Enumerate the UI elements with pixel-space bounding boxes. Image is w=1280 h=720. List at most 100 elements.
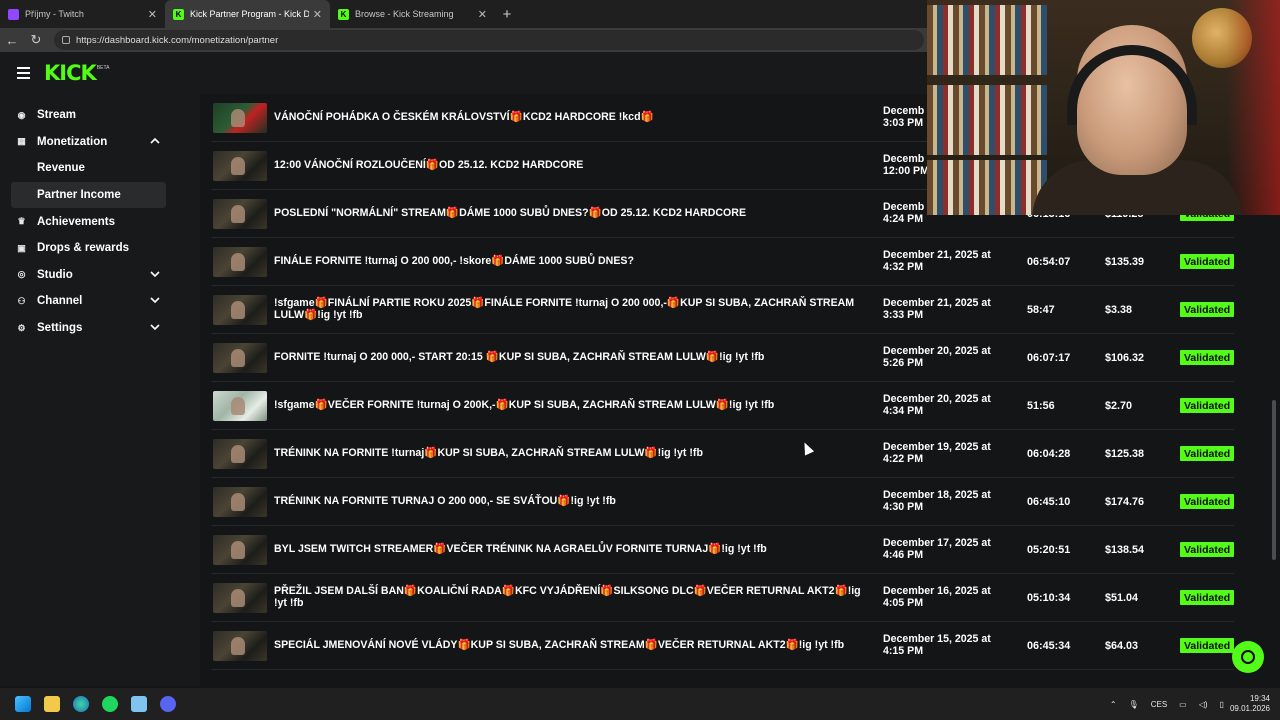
tab-twitch[interactable]: Příjmy - Twitch ✕ [0, 0, 165, 28]
stream-title[interactable]: !sfgame🎁FINÁLNÍ PARTIE ROKU 2025🎁FINÁLE … [274, 297, 870, 321]
spotify-icon[interactable] [95, 688, 124, 720]
stream-date-line1: December 20, 2025 at [883, 345, 991, 357]
network-icon[interactable]: ▭ [1179, 700, 1187, 709]
chevron-down-icon[interactable] [150, 323, 160, 331]
new-tab-button[interactable]: + [495, 0, 519, 28]
kick-logo[interactable]: KICK [44, 61, 97, 85]
table-row[interactable]: PŘEŽIL JSEM DALŠÍ BAN🎁KOALIČNÍ RADA🎁KFC … [212, 574, 1235, 622]
sidebar-item-channel[interactable]: ⚇ Channel [0, 288, 200, 315]
scrollbar[interactable] [1272, 400, 1276, 560]
discord-icon[interactable] [153, 688, 182, 720]
sidebar-item-label: Monetization [37, 135, 108, 148]
stream-title[interactable]: FORNITE !turnaj O 200 000,- START 20:15 … [274, 351, 870, 364]
close-icon[interactable]: ✕ [148, 8, 157, 21]
back-icon[interactable]: ← [0, 33, 24, 48]
sidebar-subitem-partner-income[interactable]: Partner Income [11, 181, 166, 209]
microphone-icon[interactable]: 🎙 [1129, 700, 1139, 709]
clock[interactable]: 19:34 09.01.2026 [1230, 694, 1270, 714]
language-indicator[interactable]: CES [1151, 700, 1167, 709]
stream-date-line1: December 21, 2025 at [883, 297, 991, 309]
close-icon[interactable]: ✕ [313, 8, 322, 21]
stream-title[interactable]: !sfgame🎁VEČER FORNITE !turnaj O 200K,-🎁K… [274, 399, 870, 412]
support-chat-button[interactable] [1232, 641, 1264, 673]
site-info-icon[interactable] [62, 36, 70, 44]
status-badge: Validated [1180, 302, 1235, 317]
stream-date: December 15, 2025 at 4:15 PM [883, 633, 1011, 657]
table-row[interactable]: TRÉNINK NA FORNITE TURNAJ O 200 000,- SE… [212, 478, 1235, 526]
menu-icon[interactable] [17, 67, 30, 79]
table-row[interactable]: !sfgame🎁VEČER FORNITE !turnaj O 200K,-🎁K… [212, 382, 1235, 430]
chevron-up-icon[interactable] [150, 137, 160, 145]
stream-amount: $138.54 [1105, 543, 1145, 556]
stream-duration: 06:45:34 [1027, 639, 1071, 652]
stream-date: December 21, 2025 at 4:32 PM [883, 249, 1011, 273]
stream-title[interactable]: FINÁLE FORNITE !turnaj O 200 000,- !skor… [274, 255, 870, 268]
tab-kick-partner[interactable]: K Kick Partner Program - Kick Dashb ✕ [165, 0, 330, 28]
stream-amount: $64.03 [1105, 639, 1139, 652]
stream-thumbnail[interactable] [213, 102, 267, 133]
reload-icon[interactable]: ↻ [24, 32, 48, 48]
sidebar-item-studio[interactable]: ◎ Studio [0, 262, 200, 289]
chevron-down-icon[interactable] [150, 270, 160, 278]
tab-kick-browse[interactable]: K Browse - Kick Streaming ✕ [330, 0, 495, 28]
stream-duration: 06:54:07 [1027, 255, 1071, 268]
stream-thumbnail[interactable] [213, 582, 267, 613]
sidebar-item-achievements[interactable]: ♛ Achievements [0, 208, 200, 235]
stream-thumbnail[interactable] [213, 294, 267, 325]
stream-thumbnail[interactable] [213, 390, 267, 421]
close-icon[interactable]: ✕ [478, 8, 487, 21]
stream-duration: 51:56 [1027, 399, 1055, 412]
stream-date-line2: 4:46 PM [883, 548, 924, 561]
stream-date: December 20, 2025 at 5:26 PM [883, 345, 1011, 369]
stream-title[interactable]: PŘEŽIL JSEM DALŠÍ BAN🎁KOALIČNÍ RADA🎁KFC … [274, 585, 870, 609]
sidebar-subitem-revenue[interactable]: Revenue [0, 155, 166, 182]
stream-date-line2: 4:15 PM [883, 644, 924, 657]
stream-thumbnail[interactable] [213, 246, 267, 277]
stream-title[interactable]: POSLEDNÍ "NORMÁLNÍ" STREAM🎁DÁME 1000 SUB… [274, 207, 870, 220]
stream-thumbnail[interactable] [213, 486, 267, 517]
system-tray: ⌃ 🎙 CES ▭ ◁) ▯ 19:34 09.01.2026 [1104, 688, 1280, 720]
battery-icon[interactable]: ▯ [1220, 700, 1224, 709]
stream-thumbnail[interactable] [213, 150, 267, 181]
windows-start-icon[interactable] [8, 688, 37, 720]
stream-title[interactable]: SPECIÁL JMENOVÁNÍ NOVÉ VLÁDY🎁KUP SI SUBA… [274, 639, 870, 652]
stream-thumbnail[interactable] [213, 534, 267, 565]
sidebar-item-settings[interactable]: ⚙ Settings [0, 315, 200, 342]
stream-date-line1: December 17, 2025 at [883, 537, 991, 549]
stream-title[interactable]: TRÉNINK NA FORNITE TURNAJ O 200 000,- SE… [274, 495, 870, 508]
webcam-overlay [927, 0, 1280, 215]
stream-thumbnail[interactable] [213, 342, 267, 373]
sidebar-item-drops-rewards[interactable]: ▣ Drops & rewards [0, 235, 200, 262]
stream-date-line2: 4:32 PM [883, 260, 924, 273]
stream-amount: $106.32 [1105, 351, 1145, 364]
stream-title[interactable]: BYL JSEM TWITCH STREAMER🎁VEČER TRÉNINK N… [274, 543, 870, 556]
stream-amount: $2.70 [1105, 399, 1133, 412]
stream-title[interactable]: VÁNOČNÍ POHÁDKA O ČESKÉM KRÁLOVSTVÍ🎁KCD2… [274, 111, 870, 124]
table-row[interactable]: FORNITE !turnaj O 200 000,- START 20:15 … [212, 334, 1235, 382]
stream-thumbnail[interactable] [213, 630, 267, 661]
stream-thumbnail[interactable] [213, 198, 267, 229]
table-row[interactable]: BYL JSEM TWITCH STREAMER🎁VEČER TRÉNINK N… [212, 526, 1235, 574]
chevron-down-icon[interactable] [150, 296, 160, 304]
channel-icon: ⚇ [17, 295, 26, 306]
tab-title: Browse - Kick Streaming [355, 9, 454, 19]
monetization-icon: ▦ [17, 136, 26, 147]
stream-title[interactable]: 12:00 VÁNOČNÍ ROZLOUČENÍ🎁OD 25.12. KCD2 … [274, 159, 870, 172]
table-row[interactable]: TRÉNINK NA FORNITE !turnaj🎁KUP SI SUBA, … [212, 430, 1235, 478]
table-row[interactable]: !sfgame🎁FINÁLNÍ PARTIE ROKU 2025🎁FINÁLE … [212, 286, 1235, 334]
notepad-icon[interactable] [124, 688, 153, 720]
stream-duration: 58:47 [1027, 303, 1055, 316]
edge-icon[interactable] [66, 688, 95, 720]
stream-thumbnail[interactable] [213, 438, 267, 469]
volume-icon[interactable]: ◁) [1199, 700, 1208, 709]
table-row[interactable]: FINÁLE FORNITE !turnaj O 200 000,- !skor… [212, 238, 1235, 286]
url-field[interactable]: https://dashboard.kick.com/monetization/… [54, 30, 924, 50]
sidebar-item-label: Settings [37, 322, 83, 335]
sidebar-item-stream[interactable]: ◉ Stream [0, 102, 200, 129]
table-row[interactable]: SPECIÁL JMENOVÁNÍ NOVÉ VLÁDY🎁KUP SI SUBA… [212, 622, 1235, 670]
stream-title[interactable]: TRÉNINK NA FORNITE !turnaj🎁KUP SI SUBA, … [274, 447, 870, 460]
sidebar-item-monetization[interactable]: ▦ Monetization [0, 129, 200, 156]
chevron-up-icon[interactable]: ⌃ [1110, 700, 1117, 709]
stream-date-line1: December 15, 2025 at [883, 633, 991, 645]
file-explorer-icon[interactable] [37, 688, 66, 720]
